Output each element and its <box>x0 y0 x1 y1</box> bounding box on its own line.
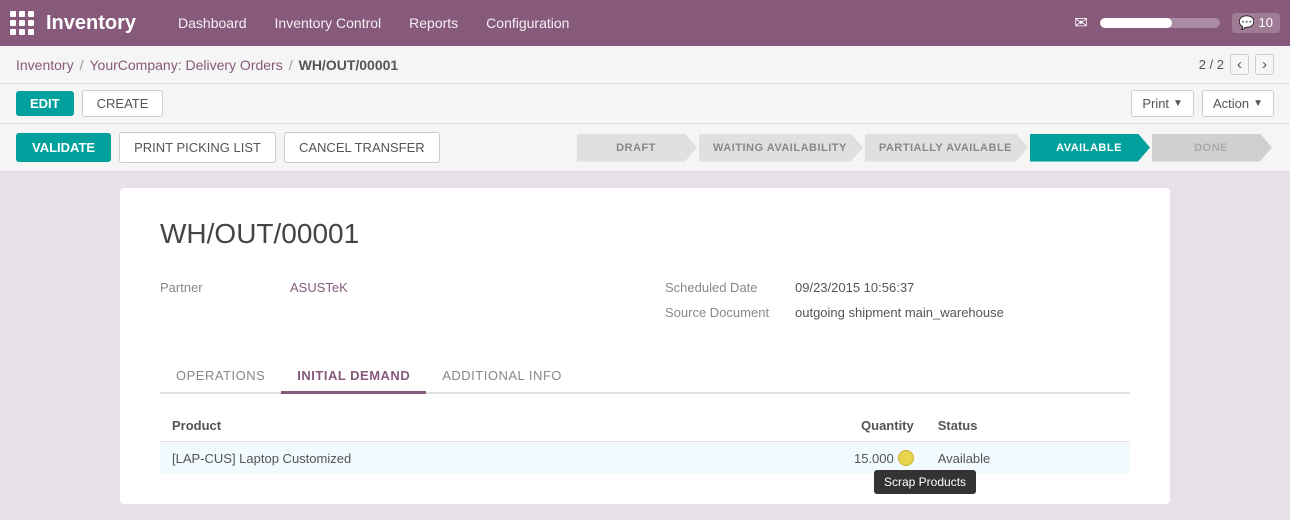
col-quantity: Quantity <box>702 410 926 442</box>
progress-bar-fill <box>1100 18 1172 28</box>
table-row: [LAP-CUS] Laptop Customized 15.000 Scrap… <box>160 442 1130 475</box>
pipeline-step-done[interactable]: DONE <box>1152 134 1274 162</box>
breadcrumb-bar: Inventory / YourCompany: Delivery Orders… <box>0 46 1290 84</box>
cancel-transfer-button[interactable]: CANCEL TRANSFER <box>284 132 440 163</box>
print-button[interactable]: Print ▼ <box>1131 90 1194 117</box>
scheduled-date-label: Scheduled Date <box>665 280 795 295</box>
right-fields: Scheduled Date 09/23/2015 10:56:37 Sourc… <box>665 280 1130 330</box>
status-pipeline: DRAFT WAITING AVAILABILITY PARTIALLY AVA… <box>577 134 1274 162</box>
pager-prev-button[interactable]: ‹ <box>1230 54 1249 75</box>
source-doc-row: Source Document outgoing shipment main_w… <box>665 305 1130 320</box>
pager-next-button[interactable]: › <box>1255 54 1274 75</box>
document-fields: Partner ASUSTeK Scheduled Date 09/23/201… <box>160 280 1130 330</box>
quantity-wrap: 15.000 Scrap Products <box>854 450 914 466</box>
pager: 2 / 2 ‹ › <box>1199 54 1274 75</box>
tab-additional-info[interactable]: ADDITIONAL INFO <box>426 360 578 394</box>
workflow-buttons: VALIDATE PRINT PICKING LIST CANCEL TRANS… <box>16 132 440 163</box>
document-card: WH/OUT/00001 Partner ASUSTeK Scheduled D… <box>120 188 1170 504</box>
breadcrumb-sep-2: / <box>289 57 293 73</box>
tabs: OPERATIONS INITIAL DEMAND ADDITIONAL INF… <box>160 360 1130 394</box>
print-dropdown-arrow: ▼ <box>1173 98 1183 109</box>
step-done: DONE <box>1152 134 1272 162</box>
mail-icon[interactable]: ✉ <box>1074 13 1087 33</box>
action-label: Action <box>1213 96 1249 111</box>
cell-product: [LAP-CUS] Laptop Customized <box>160 442 702 475</box>
validate-button[interactable]: VALIDATE <box>16 133 111 162</box>
tab-operations[interactable]: OPERATIONS <box>160 360 281 394</box>
pipeline-step-available[interactable]: AVAILABLE <box>1030 134 1152 162</box>
scheduled-date-value: 09/23/2015 10:56:37 <box>795 280 914 295</box>
document-title: WH/OUT/00001 <box>160 218 1130 250</box>
col-status: Status <box>926 410 1130 442</box>
brand-title: Inventory <box>46 12 136 35</box>
scrap-icon[interactable] <box>898 450 914 466</box>
breadcrumb: Inventory / YourCompany: Delivery Orders… <box>16 57 398 73</box>
scheduled-date-row: Scheduled Date 09/23/2015 10:56:37 <box>665 280 1130 295</box>
progress-bar <box>1100 18 1220 28</box>
partner-value[interactable]: ASUSTeK <box>290 280 348 295</box>
action-button[interactable]: Action ▼ <box>1202 90 1274 117</box>
step-waiting: WAITING AVAILABILITY <box>699 134 863 162</box>
cell-quantity: 15.000 Scrap Products <box>702 442 926 475</box>
action-bar: EDIT CREATE Print ▼ Action ▼ <box>0 84 1290 124</box>
create-button[interactable]: CREATE <box>82 90 164 117</box>
nav-reports[interactable]: Reports <box>397 9 470 37</box>
partner-label: Partner <box>160 280 290 295</box>
breadcrumb-home[interactable]: Inventory <box>16 57 74 73</box>
edit-button[interactable]: EDIT <box>16 91 74 116</box>
pipeline-step-draft[interactable]: DRAFT <box>577 134 699 162</box>
partner-row: Partner ASUSTeK <box>160 280 625 295</box>
pipeline-step-waiting[interactable]: WAITING AVAILABILITY <box>699 134 865 162</box>
step-available: AVAILABLE <box>1030 134 1150 162</box>
breadcrumb-current: WH/OUT/00001 <box>299 57 399 73</box>
top-right-controls: ✉ 💬 10 <box>1074 13 1280 33</box>
quantity-value: 15.000 <box>854 451 894 466</box>
workflow-bar: VALIDATE PRINT PICKING LIST CANCEL TRANS… <box>0 124 1290 172</box>
main-content: WH/OUT/00001 Partner ASUSTeK Scheduled D… <box>0 172 1290 520</box>
scrap-tooltip: Scrap Products <box>874 470 976 494</box>
print-label: Print <box>1142 96 1169 111</box>
breadcrumb-sep-1: / <box>80 57 84 73</box>
pager-text: 2 / 2 <box>1199 57 1224 72</box>
nav-configuration[interactable]: Configuration <box>474 9 581 37</box>
action-dropdown-arrow: ▼ <box>1253 98 1263 109</box>
nav-inventory-control[interactable]: Inventory Control <box>263 9 394 37</box>
source-doc-value: outgoing shipment main_warehouse <box>795 305 1004 320</box>
source-doc-label: Source Document <box>665 305 795 320</box>
step-partial: PARTIALLY AVAILABLE <box>865 134 1028 162</box>
top-navigation: Inventory Dashboard Inventory Control Re… <box>0 0 1290 46</box>
apps-grid-icon[interactable] <box>10 11 34 35</box>
operations-table: Product Quantity Status [LAP-CUS] Laptop… <box>160 410 1130 474</box>
pipeline-step-partial[interactable]: PARTIALLY AVAILABLE <box>865 134 1030 162</box>
main-nav: Dashboard Inventory Control Reports Conf… <box>166 9 1074 37</box>
tab-initial-demand[interactable]: INITIAL DEMAND <box>281 360 426 394</box>
left-fields: Partner ASUSTeK <box>160 280 625 330</box>
chat-button[interactable]: 💬 10 <box>1232 13 1280 33</box>
print-picking-button[interactable]: PRINT PICKING LIST <box>119 132 276 163</box>
nav-dashboard[interactable]: Dashboard <box>166 9 259 37</box>
col-product: Product <box>160 410 702 442</box>
step-draft: DRAFT <box>577 134 697 162</box>
breadcrumb-level2[interactable]: YourCompany: Delivery Orders <box>89 57 282 73</box>
